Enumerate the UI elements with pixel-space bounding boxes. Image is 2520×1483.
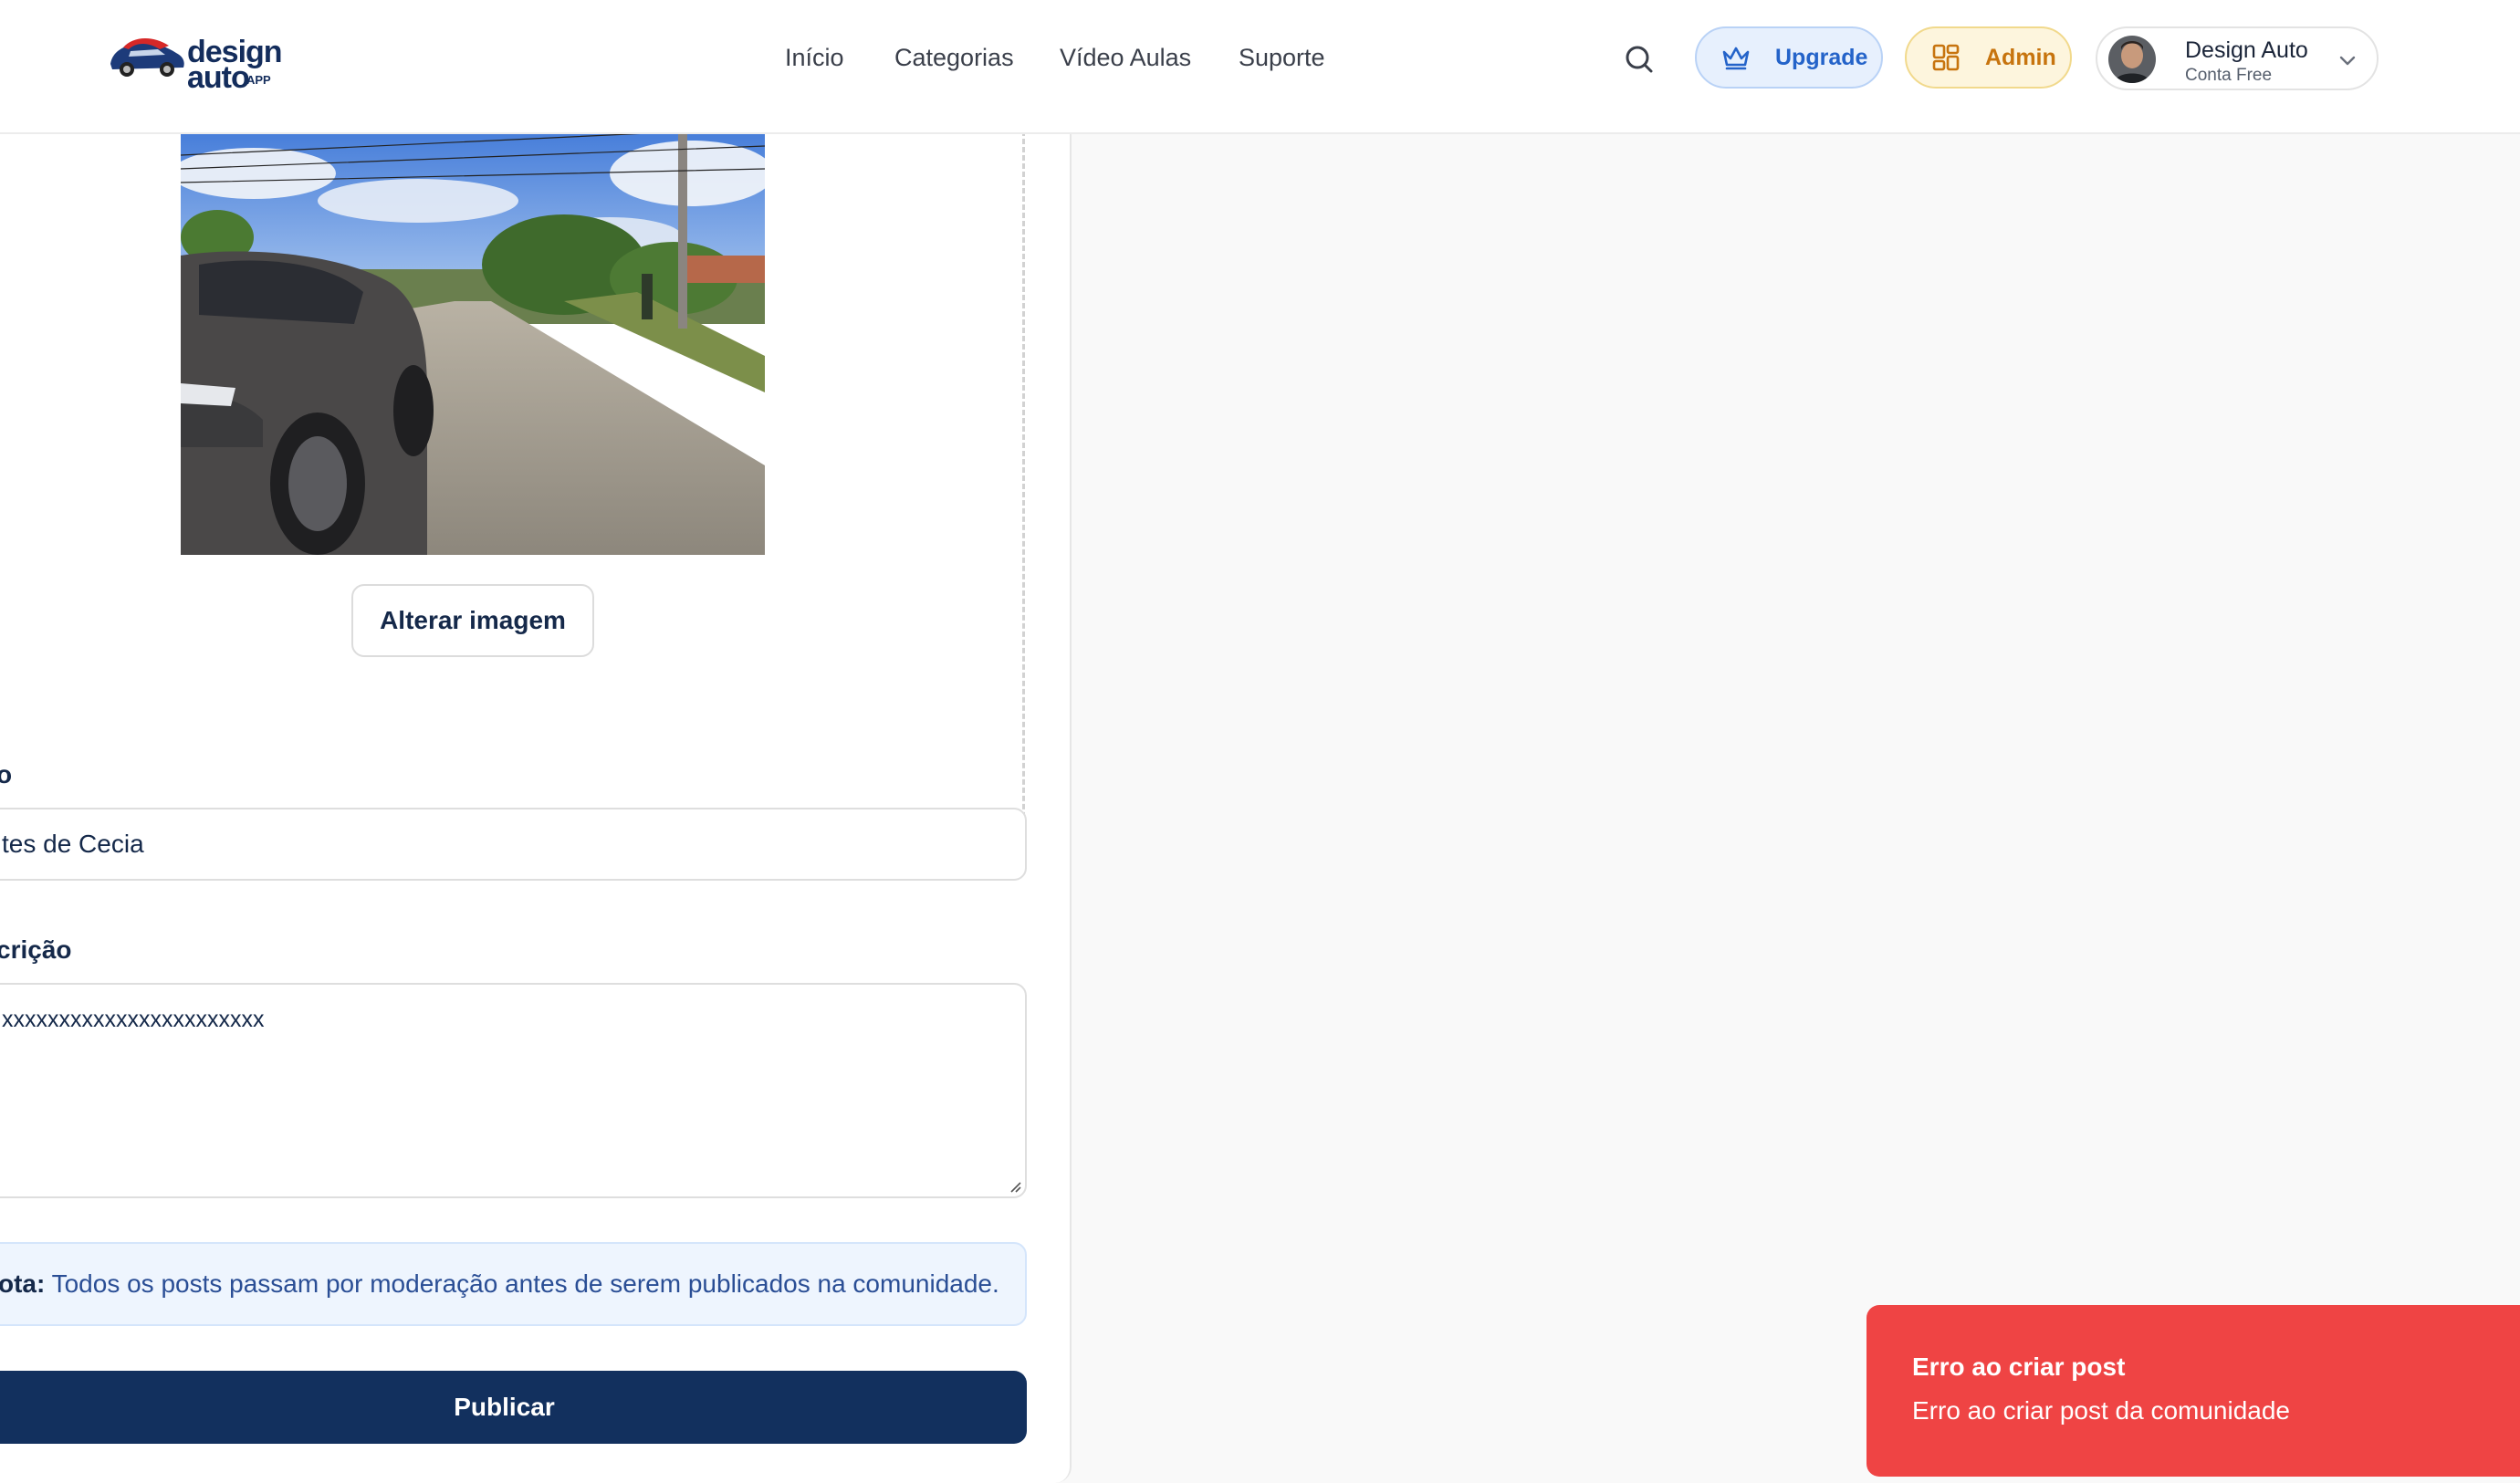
error-toast[interactable]: Erro ao criar post Erro ao criar post da… (1866, 1305, 2520, 1477)
admin-button[interactable]: Admin (1905, 26, 2072, 89)
avatar (2108, 36, 2156, 83)
publish-button[interactable]: Publicar (0, 1371, 1027, 1444)
resize-handle-icon[interactable] (1009, 1180, 1021, 1193)
note-text: Todos os posts passam por moderação ante… (45, 1269, 999, 1298)
search-icon (1626, 46, 1653, 73)
user-menu-button[interactable]: Design Auto Conta Free (2096, 26, 2379, 90)
title-input[interactable]: tes de Cecia (0, 808, 1027, 881)
note-prefix: ota: (0, 1269, 46, 1298)
description-text: xxxxxxxxxxxxxxxxxxxxxxx (2, 1007, 265, 1032)
car-logo-icon (110, 37, 184, 77)
create-post-form: Alterar imagem o tes de Cecia crição xxx… (0, 114, 1072, 1483)
image-upload-dropzone[interactable]: Alterar imagem (0, 114, 1025, 833)
upgrade-button[interactable]: Upgrade (1695, 26, 1883, 89)
upgrade-label: Upgrade (1775, 44, 1868, 70)
crown-icon (1722, 47, 1750, 70)
nav-video-aulas[interactable]: Vídeo Aulas (1060, 44, 1191, 72)
moderation-note: ota: Todos os posts passam por moderação… (0, 1242, 1027, 1326)
dashboard-grid-icon (1932, 44, 1960, 71)
image-preview (181, 119, 765, 555)
logo-word-auto: auto (187, 60, 250, 95)
admin-label: Admin (1985, 44, 2056, 70)
user-plan: Conta Free (2185, 66, 2273, 85)
description-textarea[interactable]: xxxxxxxxxxxxxxxxxxxxxxx (0, 983, 1027, 1198)
search-button[interactable] (1620, 40, 1660, 80)
toast-title: Erro ao criar post (1912, 1352, 2126, 1381)
title-label: o (0, 760, 13, 788)
logo-suffix: APP (246, 73, 271, 87)
nav-inicio[interactable]: Início (785, 44, 844, 72)
chevron-down-icon (2339, 56, 2356, 66)
nav-categorias[interactable]: Categorias (894, 44, 1014, 72)
user-name: Design Auto (2185, 37, 2308, 63)
nav-suporte[interactable]: Suporte (1239, 44, 1325, 72)
app-logo[interactable]: design auto APP (105, 27, 283, 95)
description-label: crição (0, 935, 72, 964)
toast-message: Erro ao criar post da comunidade (1912, 1396, 2290, 1425)
change-image-button[interactable]: Alterar imagem (351, 584, 594, 657)
top-header: design auto APP Início Categorias Vídeo … (0, 0, 2520, 134)
